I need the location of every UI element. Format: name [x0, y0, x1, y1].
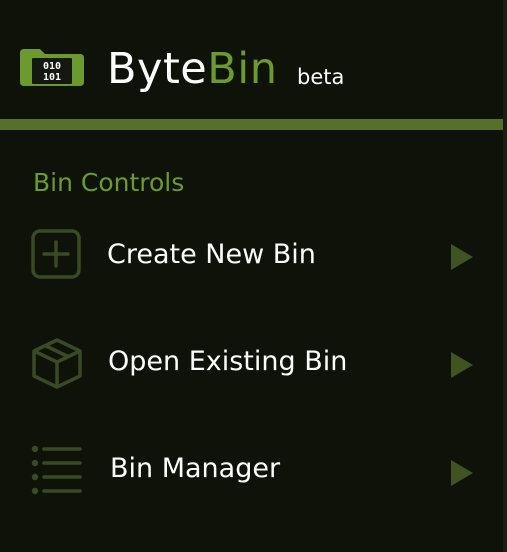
app-title-byte: Byte	[107, 44, 208, 94]
window-edge	[503, 0, 507, 552]
list-icon	[31, 445, 82, 495]
app-title-bin: Bin	[207, 44, 278, 94]
bin-manager-label: Bin Manager	[110, 453, 281, 484]
plus-square-icon	[31, 229, 81, 279]
play-arrow-icon	[451, 352, 473, 378]
create-new-bin-label: Create New Bin	[107, 239, 316, 270]
open-existing-bin-item[interactable]: Open Existing Bin	[0, 322, 503, 402]
bin-manager-item[interactable]: Bin Manager	[0, 430, 503, 510]
binary-folder-icon: 010 101	[20, 49, 84, 86]
play-arrow-icon	[451, 244, 473, 270]
bin-controls-title: Bin Controls	[33, 168, 185, 197]
header-divider	[0, 119, 503, 130]
create-new-bin-item[interactable]: Create New Bin	[0, 215, 503, 295]
app-title: ByteBin	[107, 42, 277, 96]
logo-bits-bottom: 101	[43, 72, 61, 83]
app-header: 010 101 ByteBin beta	[0, 0, 503, 119]
play-arrow-icon	[451, 460, 473, 486]
logo-bits-top: 010	[43, 61, 61, 72]
box-icon	[32, 338, 82, 389]
open-existing-bin-label: Open Existing Bin	[108, 346, 348, 377]
beta-badge: beta	[297, 65, 345, 89]
